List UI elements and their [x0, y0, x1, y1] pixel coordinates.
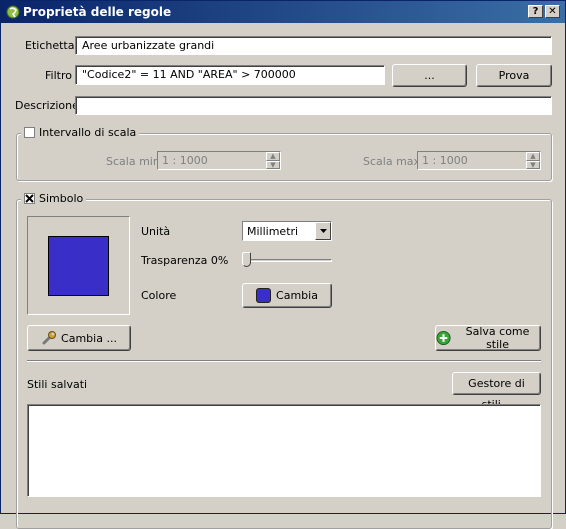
filter-builder-button[interactable]: ... [392, 64, 467, 87]
filtro-input[interactable]: "Codice2" = 11 AND "AREA" > 700000 [75, 65, 385, 85]
change-color-button[interactable]: Cambia [242, 283, 332, 308]
descrizione-label: Descrizione [15, 99, 79, 112]
window-title: Proprietà delle regole [23, 5, 172, 19]
transparency-slider-track[interactable] [242, 259, 332, 262]
color-label: Colore [141, 289, 177, 302]
divider [27, 360, 541, 362]
save-as-style-label: Salva come stile [465, 325, 530, 351]
close-button[interactable]: ✕ [545, 5, 560, 18]
symbol-preview-swatch [48, 236, 109, 296]
color-swatch-icon [256, 288, 272, 303]
change-symbol-button[interactable]: Cambia ... [27, 325, 131, 351]
help-button[interactable]: ? [528, 5, 543, 18]
prova-button[interactable]: Prova [476, 64, 552, 87]
saved-styles-list[interactable] [27, 404, 541, 497]
check-icon [25, 194, 34, 203]
scale-max-value: 1 : 1000 [422, 154, 468, 167]
spin-up-icon[interactable]: ▲ [266, 152, 280, 161]
chevron-down-icon[interactable] [315, 222, 331, 240]
symbol-preview-frame [27, 216, 130, 315]
scale-min-spinbox[interactable]: 1 : 1000 ▲ ▼ [157, 151, 281, 170]
spin-down-icon[interactable]: ▼ [266, 160, 280, 169]
spin-down-icon[interactable]: ▼ [526, 160, 540, 169]
descrizione-input[interactable] [75, 96, 552, 115]
add-icon [436, 330, 451, 346]
unit-select-value: Millimetri [247, 225, 299, 238]
symbol-checkbox[interactable] [24, 193, 35, 204]
etichetta-label: Etichetta [25, 39, 75, 52]
spin-up-icon[interactable]: ▲ [526, 152, 540, 161]
symbol-label: Simbolo [39, 192, 84, 205]
scale-range-legend: Intervallo di scala [21, 126, 140, 139]
saved-styles-label: Stili salvati [27, 378, 88, 391]
unit-select[interactable]: Millimetri [242, 221, 332, 241]
scale-min-label: Scala min [106, 155, 160, 168]
transparency-slider-thumb[interactable] [242, 252, 251, 267]
unit-label: Unità [141, 225, 171, 238]
rule-properties-dialog: Proprietà delle regole ? ✕ Etichetta Are… [0, 0, 566, 529]
symbol-legend: Simbolo [21, 192, 87, 205]
etichetta-input[interactable]: Aree urbanizzate grandi [75, 36, 552, 55]
save-as-style-button[interactable]: Salva come stile [435, 325, 541, 351]
style-manager-button[interactable]: Gestore di stili... [452, 372, 541, 411]
scale-max-label: Scala max [363, 155, 421, 168]
scale-range-label: Intervallo di scala [39, 126, 137, 139]
title-bar[interactable]: Proprietà delle regole ? ✕ [1, 1, 565, 23]
scale-min-value: 1 : 1000 [162, 154, 208, 167]
change-color-label: Cambia [276, 289, 318, 302]
qgis-logo-icon [6, 5, 20, 19]
scale-max-spinbox[interactable]: 1 : 1000 ▲ ▼ [417, 151, 541, 170]
wrench-icon [42, 331, 57, 345]
scale-range-checkbox[interactable] [24, 127, 35, 138]
transparency-label: Trasparenza 0% [141, 254, 229, 267]
filtro-label: Filtro [45, 69, 72, 82]
change-symbol-label: Cambia ... [61, 331, 117, 345]
